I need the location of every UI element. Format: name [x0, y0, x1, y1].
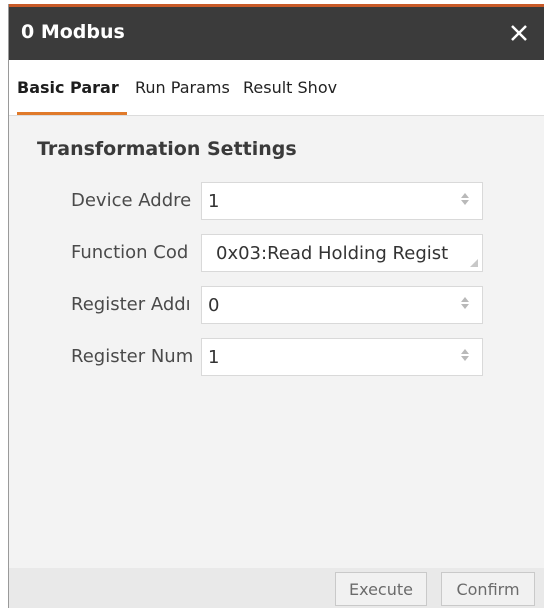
register-number-value: 1	[208, 347, 220, 368]
function-code-select[interactable]: 0x03:Read Holding Regist	[201, 234, 483, 272]
dialog-footer: Execute Confirm	[9, 568, 544, 608]
function-code-label: Function Cod	[71, 242, 189, 263]
title-bar: 0 Modbus	[9, 4, 544, 60]
close-icon[interactable]	[505, 19, 533, 47]
spin-arrows-icon[interactable]	[460, 191, 470, 211]
device-address-value: 1	[208, 191, 220, 212]
device-address-label: Device Addre	[71, 190, 192, 211]
tab-run-params[interactable]: Run Params	[135, 78, 235, 97]
execute-button[interactable]: Execute	[335, 572, 427, 606]
left-margin	[0, 0, 8, 608]
device-address-spinbox[interactable]: 1	[201, 182, 483, 220]
modbus-dialog: 0 Modbus Basic Parar Run Params Result S…	[8, 4, 544, 608]
register-address-spinbox[interactable]: 0	[201, 286, 483, 324]
dropdown-corner-icon	[470, 259, 478, 267]
section-title: Transformation Settings	[37, 138, 297, 160]
tab-result-show[interactable]: Result Shov	[243, 78, 353, 97]
spin-arrows-icon[interactable]	[460, 295, 470, 315]
tab-bar: Basic Parar Run Params Result Shov	[9, 60, 544, 116]
register-address-value: 0	[208, 295, 220, 316]
register-address-label: Register Addı	[71, 294, 191, 315]
register-number-spinbox[interactable]: 1	[201, 338, 483, 376]
tab-basic-params[interactable]: Basic Parar	[17, 78, 127, 97]
spin-arrows-icon[interactable]	[460, 347, 470, 367]
settings-panel: Transformation Settings Device Addre 1 F…	[9, 116, 544, 568]
register-number-label: Register Num	[71, 346, 194, 367]
window-title: 0 Modbus	[21, 21, 125, 43]
active-tab-indicator	[17, 112, 127, 115]
function-code-value: 0x03:Read Holding Regist	[216, 243, 449, 264]
confirm-button[interactable]: Confirm	[441, 572, 535, 606]
